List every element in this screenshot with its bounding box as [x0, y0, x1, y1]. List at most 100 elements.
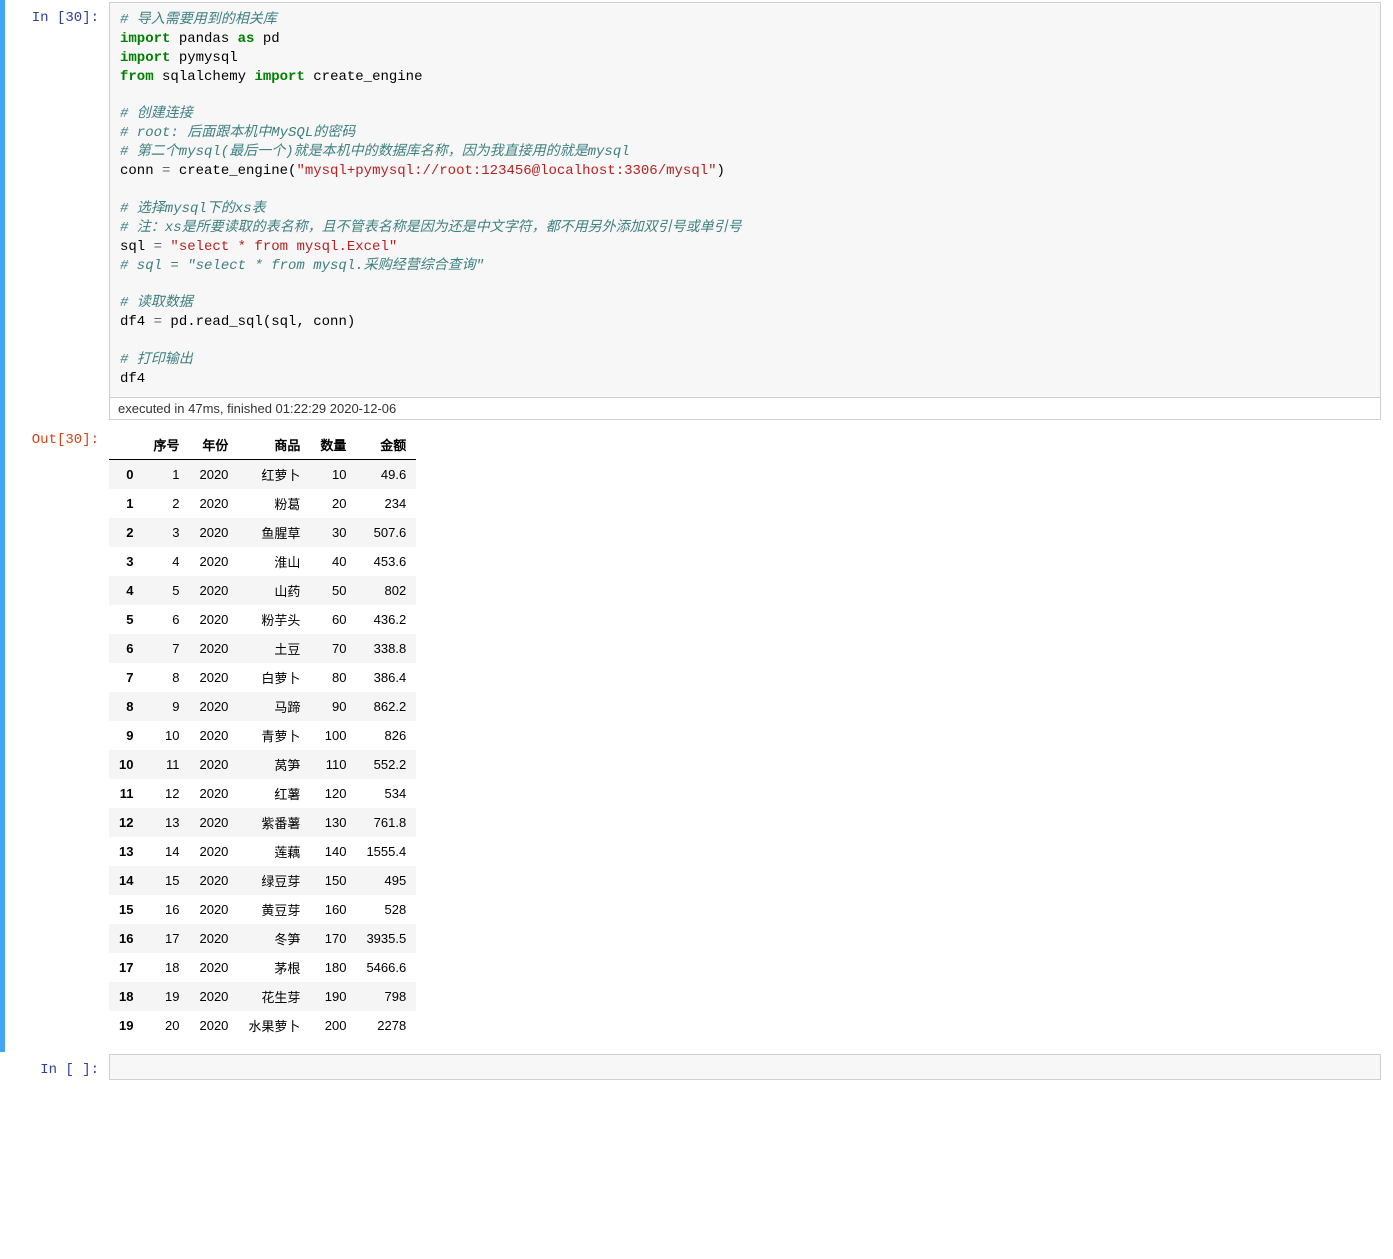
table-column-header	[109, 430, 143, 460]
table-cell: 19	[143, 982, 189, 1011]
table-cell: 粉葛	[238, 489, 310, 518]
row-index: 1	[109, 489, 143, 518]
table-cell: 200	[310, 1011, 356, 1040]
table-cell: 2020	[189, 750, 238, 779]
table-cell: 2020	[189, 663, 238, 692]
table-cell: 190	[310, 982, 356, 1011]
code-editor[interactable]	[109, 1054, 1381, 1080]
table-cell: 淮山	[238, 547, 310, 576]
table-cell: 2020	[189, 721, 238, 750]
row-index: 14	[109, 866, 143, 895]
row-index: 2	[109, 518, 143, 547]
table-cell: 10	[143, 721, 189, 750]
row-index: 7	[109, 663, 143, 692]
table-cell: 2020	[189, 634, 238, 663]
table-cell: 青萝卜	[238, 721, 310, 750]
table-row: 13142020莲藕1401555.4	[109, 837, 416, 866]
table-cell: 802	[356, 576, 416, 605]
table-cell: 130	[310, 808, 356, 837]
table-cell: 60	[310, 605, 356, 634]
table-cell: 761.8	[356, 808, 416, 837]
code-cell[interactable]: In [30]: # 导入需要用到的相关库import pandas as pd…	[0, 0, 1393, 422]
table-cell: 234	[356, 489, 416, 518]
table-cell: 2020	[189, 808, 238, 837]
table-cell: 160	[310, 895, 356, 924]
output-cell: Out[30]: 序号年份商品数量金额 012020红萝卜1049.612202…	[0, 422, 1393, 1052]
row-index: 16	[109, 924, 143, 953]
table-row: 122020粉葛20234	[109, 489, 416, 518]
table-cell: 70	[310, 634, 356, 663]
table-cell: 2020	[189, 866, 238, 895]
table-cell: 11	[143, 750, 189, 779]
table-cell: 140	[310, 837, 356, 866]
table-cell: 红薯	[238, 779, 310, 808]
table-cell: 798	[356, 982, 416, 1011]
table-cell: 紫番薯	[238, 808, 310, 837]
table-cell: 7	[143, 634, 189, 663]
table-cell: 12	[143, 779, 189, 808]
table-column-header: 金额	[356, 430, 416, 460]
table-cell: 3	[143, 518, 189, 547]
table-cell: 1	[143, 459, 189, 489]
table-cell: 20	[143, 1011, 189, 1040]
table-cell: 528	[356, 895, 416, 924]
execution-timing: executed in 47ms, finished 01:22:29 2020…	[109, 398, 1381, 420]
table-column-header: 商品	[238, 430, 310, 460]
table-cell: 826	[356, 721, 416, 750]
row-index: 8	[109, 692, 143, 721]
empty-code-cell[interactable]: In [ ]:	[0, 1052, 1393, 1082]
row-index: 5	[109, 605, 143, 634]
table-cell: 453.6	[356, 547, 416, 576]
input-prompt: In [30]:	[5, 2, 109, 420]
table-row: 10112020莴笋110552.2	[109, 750, 416, 779]
table-row: 17182020茅根1805466.6	[109, 953, 416, 982]
table-cell: 水果萝卜	[238, 1011, 310, 1040]
table-cell: 9	[143, 692, 189, 721]
table-cell: 白萝卜	[238, 663, 310, 692]
table-row: 12132020紫番薯130761.8	[109, 808, 416, 837]
row-index: 15	[109, 895, 143, 924]
table-cell: 40	[310, 547, 356, 576]
row-index: 0	[109, 459, 143, 489]
table-row: 232020鱼腥草30507.6	[109, 518, 416, 547]
code-editor[interactable]: # 导入需要用到的相关库import pandas as pdimport py…	[109, 2, 1381, 398]
table-cell: 2020	[189, 895, 238, 924]
table-cell: 绿豆芽	[238, 866, 310, 895]
table-cell: 2020	[189, 518, 238, 547]
table-cell: 507.6	[356, 518, 416, 547]
table-cell: 20	[310, 489, 356, 518]
table-cell: 100	[310, 721, 356, 750]
table-cell: 18	[143, 953, 189, 982]
code-keyword: import	[120, 31, 170, 47]
row-index: 19	[109, 1011, 143, 1040]
table-cell: 436.2	[356, 605, 416, 634]
table-row: 15162020黄豆芽160528	[109, 895, 416, 924]
table-cell: 2020	[189, 459, 238, 489]
row-index: 18	[109, 982, 143, 1011]
table-row: 452020山药50802	[109, 576, 416, 605]
table-cell: 6	[143, 605, 189, 634]
table-cell: 黄豆芽	[238, 895, 310, 924]
table-cell: 5466.6	[356, 953, 416, 982]
table-cell: 4	[143, 547, 189, 576]
table-row: 14152020绿豆芽150495	[109, 866, 416, 895]
table-row: 19202020水果萝卜2002278	[109, 1011, 416, 1040]
output-prompt: Out[30]:	[5, 424, 109, 1050]
table-row: 782020白萝卜80386.4	[109, 663, 416, 692]
table-row: 9102020青萝卜100826	[109, 721, 416, 750]
table-cell: 10	[310, 459, 356, 489]
table-cell: 15	[143, 866, 189, 895]
row-index: 11	[109, 779, 143, 808]
table-cell: 马蹄	[238, 692, 310, 721]
table-row: 672020土豆70338.8	[109, 634, 416, 663]
table-cell: 150	[310, 866, 356, 895]
table-cell: 30	[310, 518, 356, 547]
table-cell: 338.8	[356, 634, 416, 663]
row-index: 9	[109, 721, 143, 750]
table-cell: 17	[143, 924, 189, 953]
table-column-header: 数量	[310, 430, 356, 460]
table-cell: 冬笋	[238, 924, 310, 953]
table-row: 012020红萝卜1049.6	[109, 459, 416, 489]
table-cell: 552.2	[356, 750, 416, 779]
table-cell: 山药	[238, 576, 310, 605]
